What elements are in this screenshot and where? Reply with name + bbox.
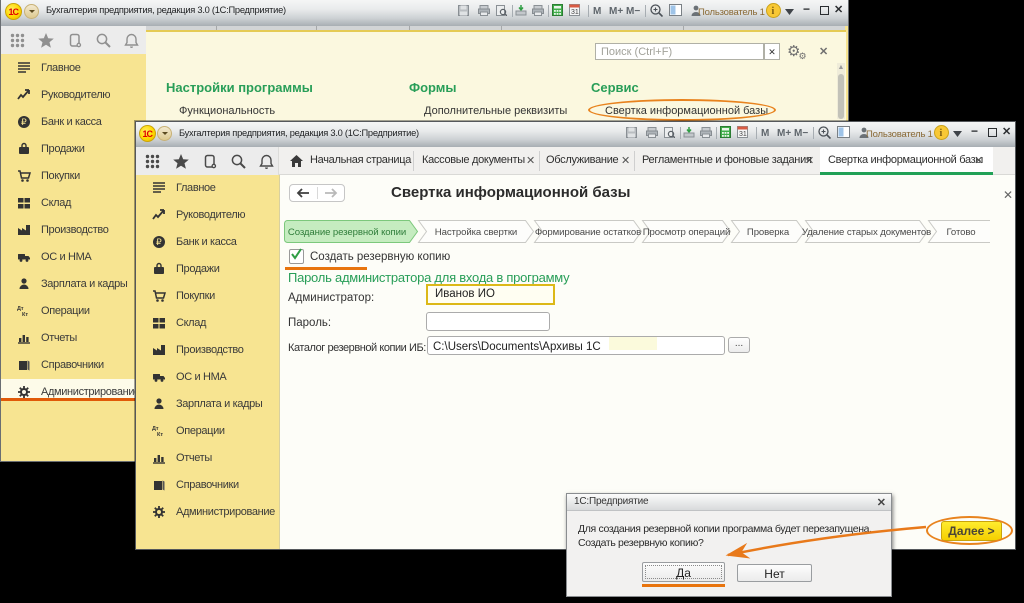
svg-text:i: i [772,6,775,17]
svg-text:i: i [940,128,943,139]
svg-text:₽: ₽ [156,237,162,247]
svg-text:31: 31 [739,131,747,138]
svg-text:31: 31 [571,9,579,16]
svg-text:Просмотр операций: Просмотр операций [643,227,731,238]
svg-text:₽: ₽ [21,117,27,127]
svg-text:Проверка: Проверка [747,227,790,238]
svg-text:Формирование остатков: Формирование остатков [535,227,641,238]
svg-text:Настройка свертки: Настройка свертки [435,227,517,238]
svg-text:Кт: Кт [22,312,28,318]
svg-text:Кт: Кт [157,432,163,438]
svg-text:Создание резервной копии: Создание резервной копии [288,227,406,238]
svg-text:Удаление старых документов: Удаление старых документов [802,227,931,238]
svg-text:Готово: Готово [946,227,975,238]
